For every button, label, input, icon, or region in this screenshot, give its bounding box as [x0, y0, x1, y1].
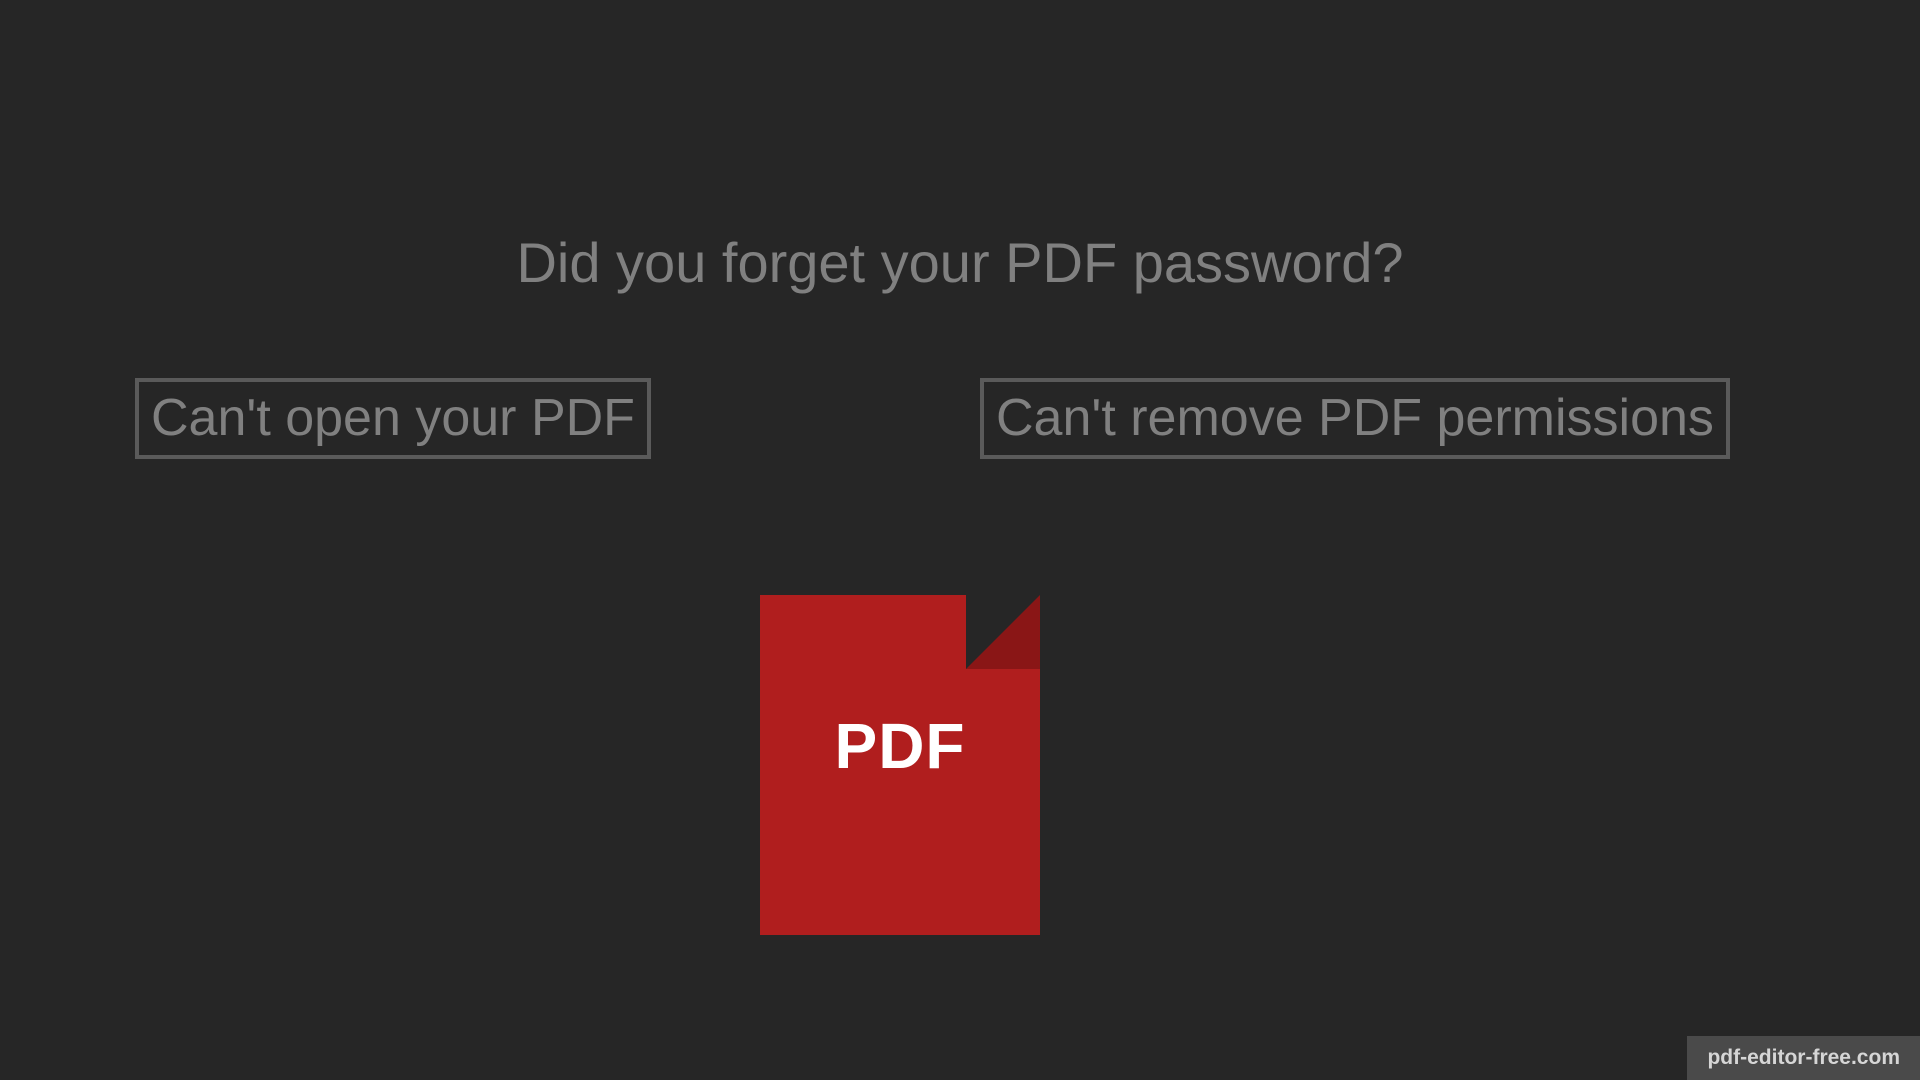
pdf-file-corner-fold: [966, 595, 1040, 669]
option-cant-remove-permissions[interactable]: Can't remove PDF permissions: [980, 378, 1730, 459]
option-cant-open-label: Can't open your PDF: [151, 389, 635, 447]
footer-site-badge[interactable]: pdf-editor-free.com: [1687, 1036, 1920, 1080]
footer-site-text: pdf-editor-free.com: [1707, 1046, 1900, 1069]
option-cant-open[interactable]: Can't open your PDF: [135, 378, 651, 459]
option-cant-remove-permissions-label: Can't remove PDF permissions: [996, 389, 1714, 447]
main-heading: Did you forget your PDF password?: [0, 230, 1920, 295]
pdf-file-label: PDF: [760, 709, 1040, 783]
pdf-file-icon: PDF: [760, 595, 1040, 935]
